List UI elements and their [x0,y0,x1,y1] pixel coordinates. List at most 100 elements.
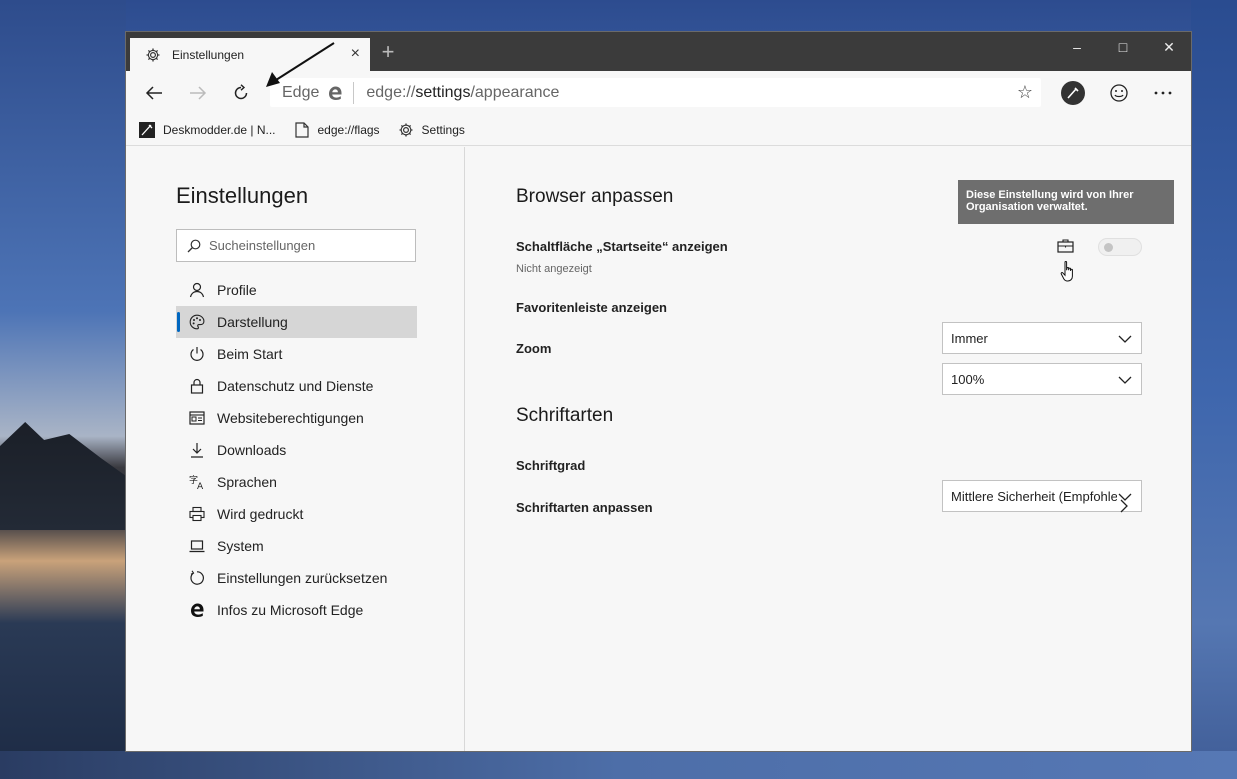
forward-arrow-icon [190,86,207,100]
browser-window: Einstellungen × + – □ ✕ Edge edge://sett… [125,31,1192,752]
sidebar-item-label: Infos zu Microsoft Edge [217,602,364,618]
favorite-label: edge://flags [317,122,380,137]
home-button-label: Schaltfläche „Startseite“ anzeigen [516,239,728,254]
navigation-bar: Edge edge://settings/appearance ☆ [126,71,1191,114]
pen-extension-icon [1061,81,1085,105]
favbar-select-value: Immer [951,330,988,346]
sidebar-item-label: Sprachen [217,474,277,490]
printer-icon [188,505,206,523]
sidebar-item-label: Beim Start [217,346,283,362]
site-permissions-icon [188,409,206,427]
sidebar-item-label: Datenschutz und Dienste [217,378,374,394]
url-host: settings [415,83,471,101]
page-icon [294,121,310,138]
favbar-label: Favoritenleiste anzeigen [516,300,667,315]
refresh-icon [234,84,248,100]
favorite-label: Deskmodder.de | N... [163,122,276,137]
sidebar-item-label: Darstellung [217,314,288,330]
sidebar-menu: Profile Darstellung Beim Start Datenschu… [176,274,417,626]
zoom-label: Zoom [516,341,552,356]
title-bar: Einstellungen × + – □ ✕ [126,32,1191,71]
settings-sidebar: Einstellungen Sucheinstellungen Profile … [126,147,465,751]
address-separator [353,81,355,104]
profile-icon [188,281,206,299]
more-menu-button[interactable] [1147,79,1179,107]
sidebar-item-label: Profile [217,282,257,298]
zoom-select[interactable]: 100% [942,363,1142,395]
favorite-label: Settings [421,122,465,137]
gear-icon [398,122,414,138]
download-icon [188,441,206,459]
tab-settings[interactable]: Einstellungen × [130,38,370,71]
hand-cursor-icon [1060,260,1078,284]
reset-icon [188,569,206,587]
home-button-status: Nicht angezeigt [516,263,592,275]
fontsize-select-value: Mittlere Sicherheit (Empfohlen) [951,488,1130,504]
forward-button[interactable] [182,79,214,107]
url-text[interactable]: edge://settings/appearance [366,84,559,102]
refresh-button[interactable] [225,79,257,107]
edge-logo-icon [327,85,343,101]
edge-icon [188,601,206,619]
power-icon [188,345,206,363]
sidebar-item-downloads[interactable]: Downloads [176,434,417,466]
laptop-icon [188,537,206,555]
favorite-star-icon[interactable]: ☆ [1017,82,1033,103]
sidebar-item-darstellung[interactable]: Darstellung [176,306,417,338]
search-input[interactable]: Sucheinstellungen [176,229,416,262]
sidebar-title: Einstellungen [176,183,309,208]
favorite-deskmodder[interactable]: Deskmodder.de | N... [139,121,276,138]
favorites-bar: Deskmodder.de | N... edge://flags Settin… [126,114,1191,146]
new-tab-button[interactable]: + [376,40,400,64]
deskmodder-icon [139,121,155,138]
search-placeholder: Sucheinstellungen [209,238,316,253]
toggle-knob [1104,243,1113,252]
ellipsis-icon [1154,91,1172,95]
sidebar-item-wird-gedruckt[interactable]: Wird gedruckt [176,498,417,530]
back-button[interactable] [138,79,170,107]
customize-fonts-label[interactable]: Schriftarten anpassen [516,500,653,515]
favorite-settings[interactable]: Settings [398,122,465,138]
chevron-right-icon[interactable] [1117,498,1131,514]
url-path: /appearance [470,83,560,101]
lock-icon [188,377,206,395]
back-arrow-icon [145,86,162,100]
tab-title: Einstellungen [172,47,245,62]
chevron-down-icon [1117,372,1133,388]
desktop-background-bottom [0,751,1237,779]
sidebar-item-label: Wird gedruckt [217,506,304,522]
feedback-button[interactable] [1103,79,1135,107]
settings-content: Browser anpassen Diese Einstellung wird … [466,147,1191,751]
sidebar-item-label: System [217,538,264,554]
sidebar-item-websiteberechtigungen[interactable]: Websiteberechtigungen [176,402,417,434]
extension-button[interactable] [1057,79,1089,107]
sidebar-item-label: Einstellungen zurücksetzen [217,570,388,586]
address-bar[interactable]: Edge edge://settings/appearance ☆ [270,78,1041,107]
section-title-browser-anpassen: Browser anpassen [516,186,674,207]
sidebar-item-profile[interactable]: Profile [176,274,417,306]
fontsize-label: Schriftgrad [516,458,586,473]
desktop-background-left [0,0,126,779]
section-title-schriftarten: Schriftarten [516,405,614,426]
minimize-button[interactable]: – [1054,32,1100,62]
favorite-edge-flags[interactable]: edge://flags [294,121,380,138]
sidebar-item-label: Websiteberechtigungen [217,410,364,426]
gear-icon [144,46,162,64]
site-identity-label[interactable]: Edge [282,84,319,102]
language-icon: 字A [188,473,206,491]
close-window-button[interactable]: ✕ [1146,32,1191,62]
desktop-hill [0,422,126,530]
home-button-toggle[interactable] [1098,238,1142,256]
tab-close-button[interactable]: × [351,44,360,64]
sidebar-item-datenschutz[interactable]: Datenschutz und Dienste [176,370,417,402]
maximize-button[interactable]: □ [1100,32,1146,62]
sidebar-item-beim-start[interactable]: Beim Start [176,338,417,370]
sidebar-item-infos[interactable]: Infos zu Microsoft Edge [176,594,417,626]
sidebar-item-label: Downloads [217,442,287,458]
sidebar-item-sprachen[interactable]: 字A Sprachen [176,466,417,498]
sidebar-item-system[interactable]: System [176,530,417,562]
fontsize-select[interactable]: Mittlere Sicherheit (Empfohlen) [942,480,1142,512]
sidebar-item-zuruecksetzen[interactable]: Einstellungen zurücksetzen [176,562,417,594]
desktop-background-right [1191,0,1237,779]
favbar-select[interactable]: Immer [942,322,1142,354]
